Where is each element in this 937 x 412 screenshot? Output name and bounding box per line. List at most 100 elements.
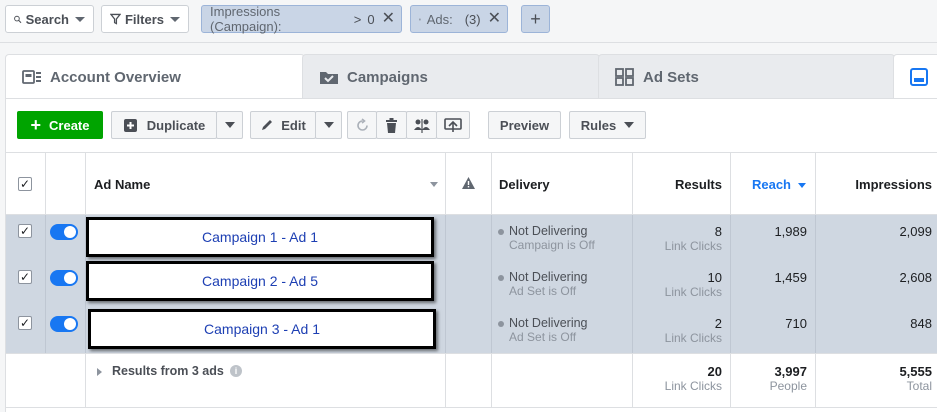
reach-value: 710 <box>785 316 807 331</box>
results-value: 10 Link Clicks <box>664 270 722 299</box>
table-row[interactable]: ✓ Campaign 2 - Ad 5 Not Delivering Ad Se… <box>6 261 937 307</box>
tab-label: Ad Sets <box>643 68 699 86</box>
summary-reach: 3,997 People <box>769 364 807 393</box>
add-filter-button[interactable]: + <box>521 5 550 33</box>
chevron-down-icon <box>75 16 85 22</box>
ad-icon <box>419 18 421 20</box>
warning-icon <box>462 177 475 189</box>
toolbar: + Create Duplicate Edit Preview Rules <box>5 98 937 152</box>
summary-results: 20 Link Clicks <box>664 364 722 393</box>
duplicate-label: Duplicate <box>146 117 206 133</box>
ad-toggle[interactable] <box>50 316 78 332</box>
create-button[interactable]: + Create <box>17 111 103 139</box>
filters-button[interactable]: Filters <box>101 5 189 33</box>
chip-value: (3) <box>464 11 481 27</box>
sort-down-icon <box>798 183 806 188</box>
ad-name-link[interactable]: Campaign 2 - Ad 5 <box>86 261 434 301</box>
tab-campaigns[interactable]: Campaigns <box>302 54 600 99</box>
filter-chip-impressions[interactable]: Impressions (Campaign): > 0 ✕ <box>201 4 402 34</box>
ad-name-link[interactable]: Campaign 3 - Ad 1 <box>88 309 436 349</box>
delivery-status: Not Delivering Ad Set is Off <box>498 270 588 298</box>
column-label: Results <box>675 177 722 192</box>
preview-button[interactable]: Preview <box>488 111 561 139</box>
search-label: Search <box>25 11 69 27</box>
table-row[interactable]: ✓ Campaign 3 - Ad 1 Not Delivering Ad Se… <box>6 307 937 353</box>
search-icon <box>14 15 22 23</box>
filter-chip-ads[interactable]: Ads: (3) ✕ <box>410 5 508 33</box>
column-label: Reach <box>751 177 791 192</box>
share-screen-icon <box>444 117 462 132</box>
tab-label: Campaigns <box>347 68 428 86</box>
select-all-checkbox[interactable]: ✓ <box>18 177 32 191</box>
ab-test-button[interactable] <box>406 111 437 139</box>
row-checkbox[interactable]: ✓ <box>18 316 32 330</box>
impressions-value: 2,608 <box>899 270 932 285</box>
create-label: Create <box>49 117 90 133</box>
duplicate-dropdown[interactable] <box>216 111 243 139</box>
filter-bar: Search Filters Impressions (Campaign): >… <box>0 0 937 43</box>
folder-check-icon <box>320 72 338 84</box>
column-impressions[interactable]: Impressions <box>816 153 937 214</box>
summary-label: Results from 3 ads <box>112 364 224 378</box>
tab-ads[interactable] <box>893 54 937 99</box>
delete-button[interactable] <box>376 111 407 139</box>
search-button[interactable]: Search <box>5 5 94 33</box>
column-warnings[interactable] <box>446 153 492 214</box>
column-label: Delivery <box>499 177 550 192</box>
delivery-status: Not Delivering Campaign is Off <box>498 224 595 252</box>
ad-name-link[interactable]: Campaign 1 - Ad 1 <box>86 217 434 257</box>
column-ad-name[interactable]: Ad Name <box>86 153 446 214</box>
column-results[interactable]: Results <box>633 153 731 214</box>
edit-dropdown[interactable] <box>315 111 342 139</box>
tab-label: Account Overview <box>50 68 181 86</box>
summary-row: Results from 3 ads i 20 Link Clicks 3,997… <box>6 353 937 408</box>
rules-button[interactable]: Rules <box>569 111 646 139</box>
chevron-down-icon <box>224 122 235 128</box>
edit-label: Edit <box>281 117 306 133</box>
people-split-icon <box>413 118 430 133</box>
row-checkbox[interactable]: ✓ <box>18 224 32 238</box>
results-value: 8 Link Clicks <box>664 224 722 253</box>
chevron-down-icon <box>170 16 180 22</box>
ads-table: ✓ Ad Name Delivery Results Reach Impress… <box>5 152 937 412</box>
duplicate-button[interactable]: Duplicate <box>111 111 217 139</box>
impressions-value: 848 <box>910 316 932 331</box>
status-dot <box>498 274 504 281</box>
plus-icon: + <box>30 115 42 135</box>
refresh-icon <box>356 117 368 131</box>
edit-button[interactable]: Edit <box>250 111 316 139</box>
trash-icon <box>386 117 397 133</box>
chevron-down-icon <box>323 122 334 128</box>
column-label: Impressions <box>855 177 932 192</box>
info-icon[interactable]: i <box>230 365 242 377</box>
impressions-value: 2,099 <box>899 224 932 239</box>
table-row[interactable]: ✓ Campaign 1 - Ad 1 Not Delivering Campa… <box>6 215 937 261</box>
chip-field: Ads: <box>426 11 453 27</box>
summary-impressions: 5,555 Total <box>899 364 932 393</box>
column-label: Ad Name <box>94 177 151 192</box>
tab-ad-sets[interactable]: Ad Sets <box>598 54 895 99</box>
table-header: ✓ Ad Name Delivery Results Reach Impress… <box>6 152 937 215</box>
account-overview-icon <box>22 70 41 84</box>
column-reach[interactable]: Reach <box>731 153 816 214</box>
chip-field: Impressions (Campaign): <box>210 4 282 34</box>
grid-icon <box>615 68 634 86</box>
column-delivery[interactable]: Delivery <box>492 153 633 214</box>
chevron-down-icon[interactable] <box>430 182 438 187</box>
close-icon[interactable]: ✕ <box>382 11 395 27</box>
close-icon[interactable]: ✕ <box>488 11 501 27</box>
level-tabs: Account Overview Campaigns Ad Sets <box>0 43 937 99</box>
row-checkbox[interactable]: ✓ <box>18 270 32 284</box>
ad-icon <box>910 68 928 86</box>
duplicate-icon <box>123 118 137 132</box>
export-button[interactable] <box>436 111 470 139</box>
tab-account-overview[interactable]: Account Overview <box>5 54 305 99</box>
results-value: 2 Link Clicks <box>664 316 722 345</box>
ad-toggle[interactable] <box>50 270 78 286</box>
discard-button[interactable] <box>347 111 377 139</box>
expand-arrow-icon[interactable] <box>97 368 102 376</box>
reach-value: 1,459 <box>774 270 807 285</box>
filters-label: Filters <box>124 11 164 27</box>
ad-toggle[interactable] <box>50 224 78 240</box>
chip-value: 0 <box>367 11 375 27</box>
